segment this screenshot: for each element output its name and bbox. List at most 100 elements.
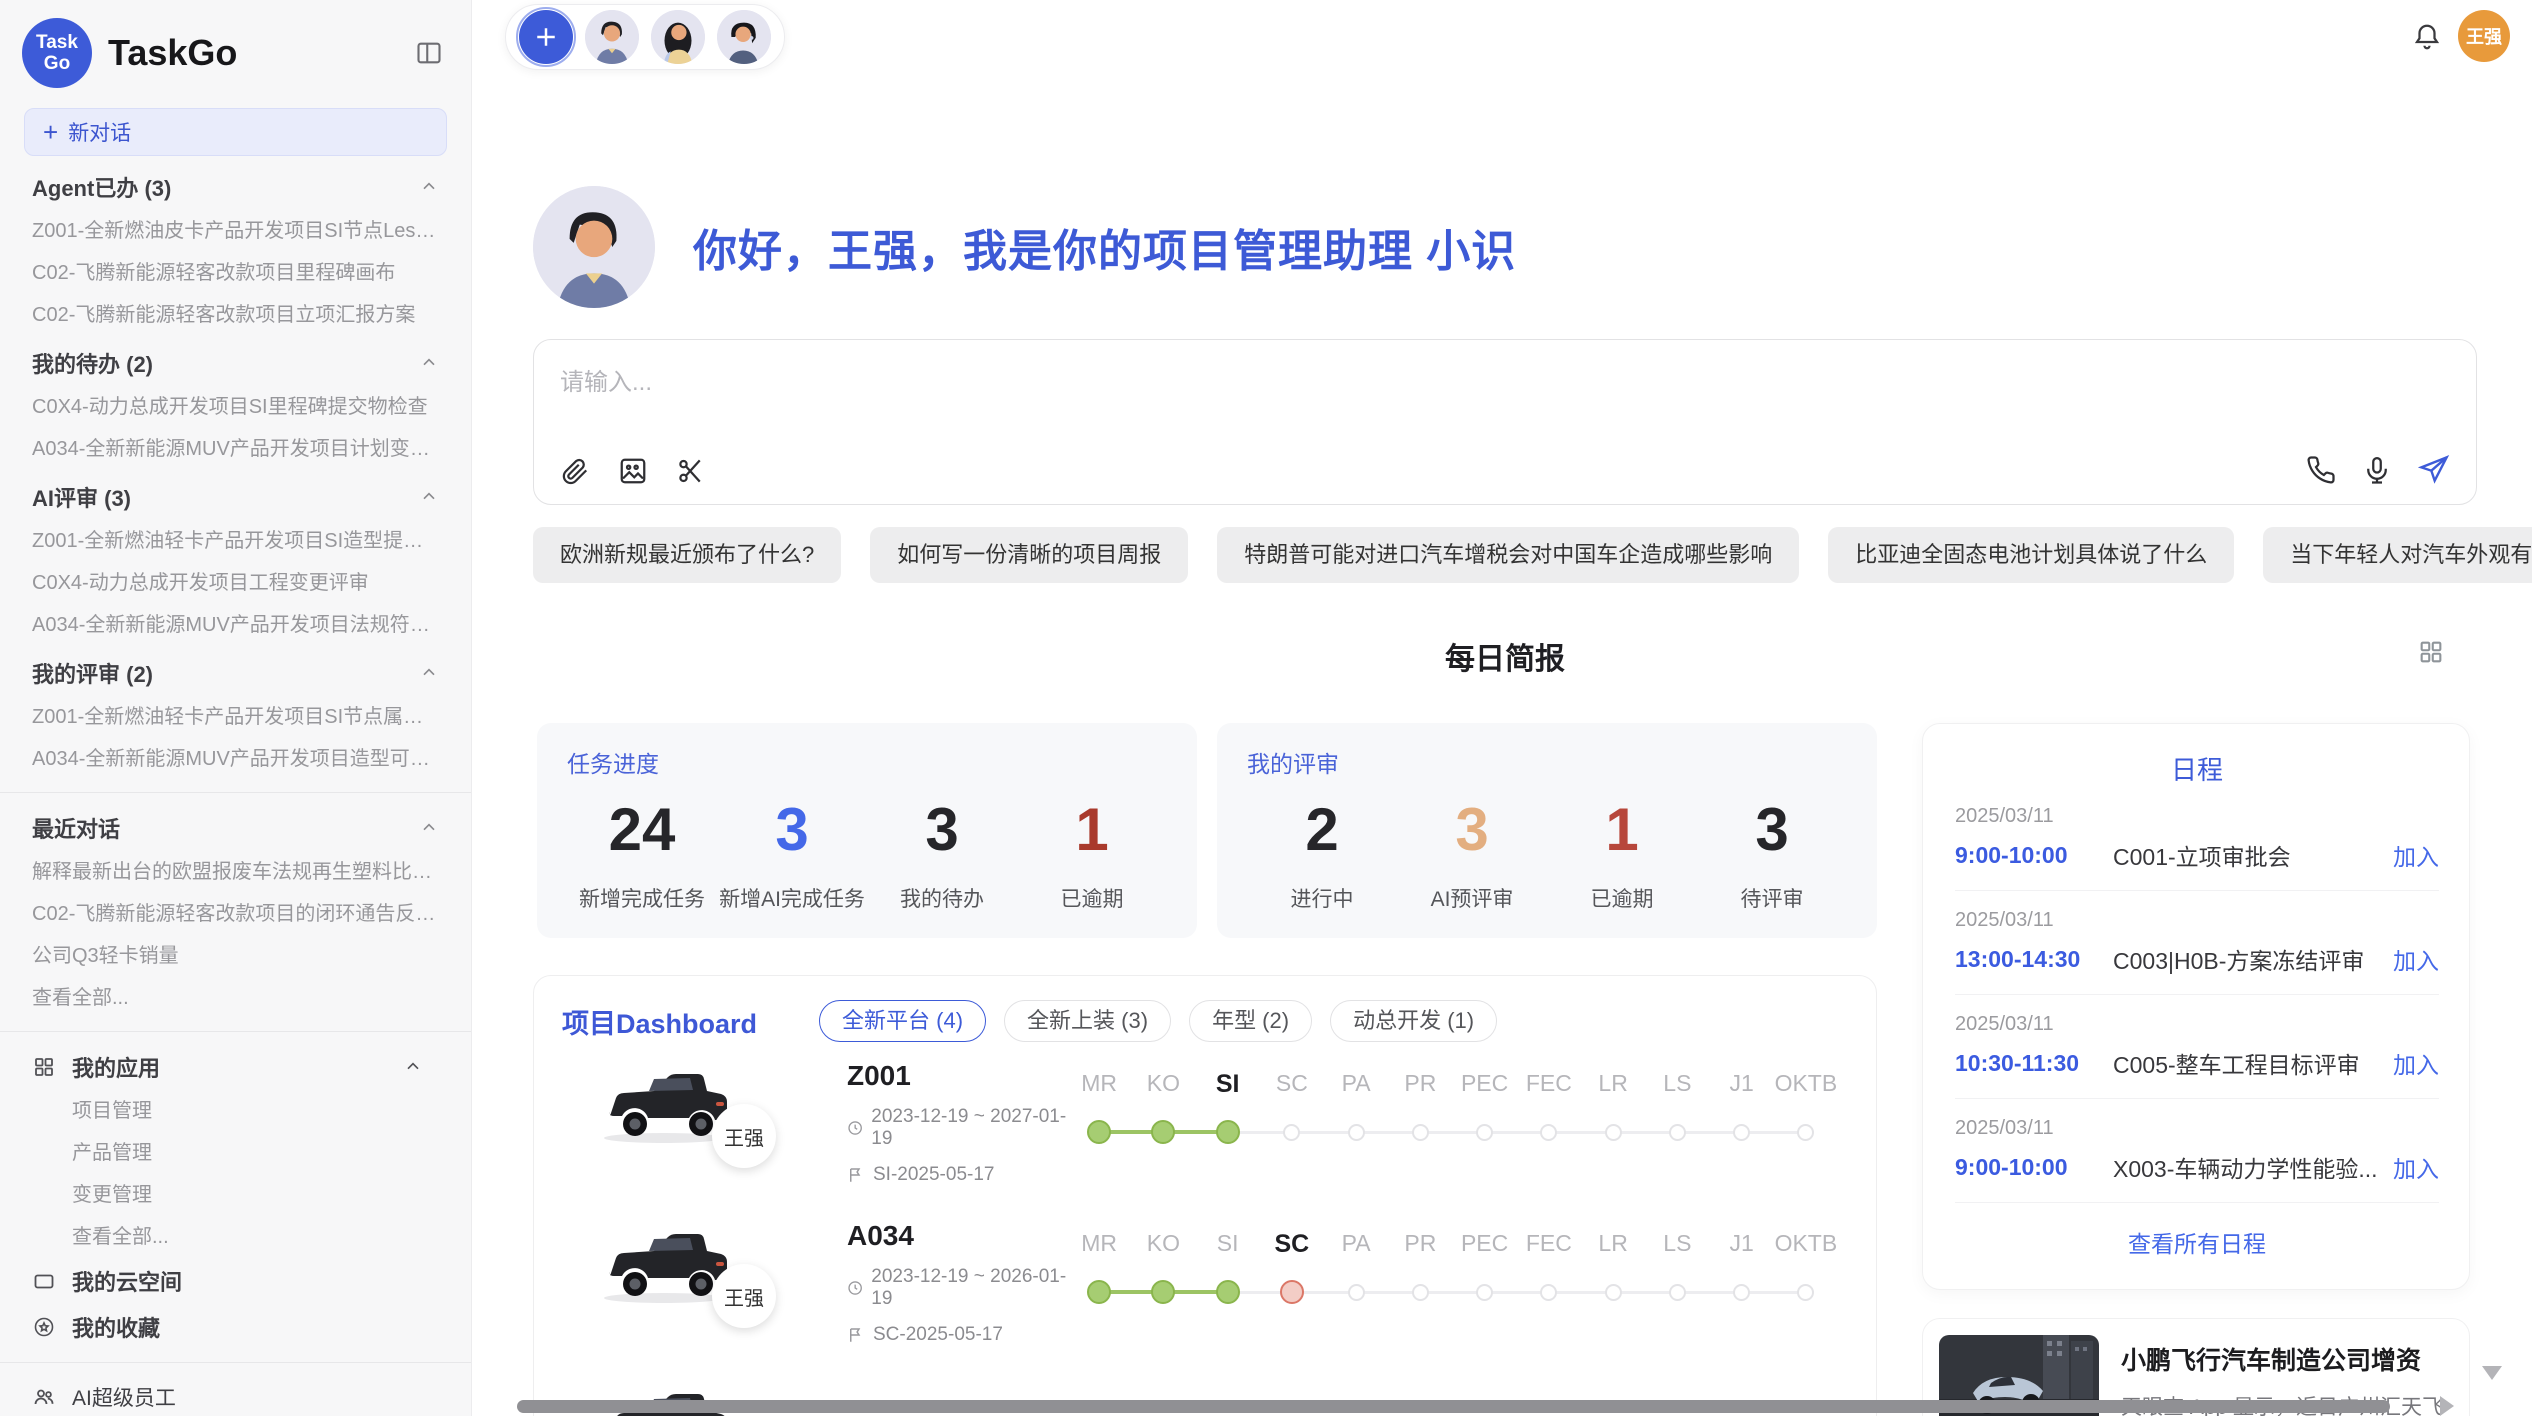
milestone-dot	[1797, 1284, 1814, 1301]
join-button[interactable]: 加入	[2393, 838, 2439, 872]
sidebar-item-cloud-space[interactable]: 我的云空间	[32, 1258, 439, 1304]
join-button[interactable]: 加入	[2393, 942, 2439, 976]
layout-grid-icon[interactable]	[2417, 638, 2445, 666]
scroll-down-arrow[interactable]	[2482, 1366, 2502, 1380]
milestone-dot	[1605, 1284, 1622, 1301]
sidebar-item[interactable]: Z001-全新燃油轻卡产品开发项目SI造型提交物评审	[32, 520, 439, 562]
suggestion-chip[interactable]: 欧洲新规最近颁布了什么?	[533, 527, 841, 583]
project-owner-badge: 王强	[712, 1104, 776, 1168]
sidebar-item[interactable]: C0X4-动力总成开发项目工程变更评审	[32, 562, 439, 604]
sidebar-item-favorites[interactable]: 我的收藏	[32, 1304, 439, 1350]
view-all-apps[interactable]: 查看全部...	[32, 1216, 439, 1258]
milestone-dot	[1412, 1124, 1429, 1141]
app-link-change-mgmt[interactable]: 变更管理	[32, 1174, 439, 1216]
collapse-sidebar-icon[interactable]	[415, 39, 443, 67]
dashboard-title: 项目Dashboard	[562, 1002, 757, 1041]
suggestion-chip[interactable]: 比亚迪全固态电池计划具体说了什么	[1828, 527, 2234, 583]
plus-icon	[531, 22, 561, 52]
join-button[interactable]: 加入	[2393, 1150, 2439, 1184]
horizontal-scrollbar-thumb[interactable]	[517, 1400, 2390, 1413]
clock-icon	[847, 1279, 863, 1297]
notification-bell-icon[interactable]	[2412, 22, 2442, 52]
recent-chat-item[interactable]: 解释最新出台的欧盟报废车法规再生塑料比例被调至15%...	[32, 851, 439, 893]
new-chat-button[interactable]: + 新对话	[24, 108, 447, 156]
milestone-dot	[1733, 1284, 1750, 1301]
cloud-space-icon	[32, 1269, 56, 1293]
group-header-my-todo[interactable]: 我的待办 (2)	[32, 340, 439, 386]
join-button[interactable]: 加入	[2393, 1046, 2439, 1080]
project-row[interactable]: 王强 Z001 2023-12-19 ~ 2027-01-19 SI-2025-…	[562, 1052, 1848, 1202]
event-date: 2025/03/11	[1955, 805, 2439, 828]
logo-text-top: Task	[36, 32, 78, 53]
team-avatar-bar	[505, 4, 785, 70]
tab-new-platform[interactable]: 全新平台 (4)	[819, 1000, 986, 1042]
milestone-dot	[1087, 1280, 1111, 1304]
sidebar-item[interactable]: C0X4-动力总成开发项目SI里程碑提交物检查	[32, 386, 439, 428]
chevron-up-icon	[419, 487, 439, 507]
group-header-recent-chats[interactable]: 最近对话	[32, 805, 439, 851]
app-link-product-mgmt[interactable]: 产品管理	[32, 1132, 439, 1174]
image-upload-icon[interactable]	[618, 456, 648, 486]
chevron-up-icon	[403, 1057, 423, 1077]
sidebar-item[interactable]: C02-飞腾新能源轻客改款项目立项汇报方案	[32, 294, 439, 336]
project-code: Z001	[847, 1060, 1067, 1092]
teammate-avatar[interactable]	[585, 10, 639, 64]
scroll-right-arrow[interactable]	[2440, 1396, 2454, 1416]
stat: 1 已逾期	[1547, 787, 1697, 913]
tab-powertrain[interactable]: 动总开发 (1)	[1330, 1000, 1497, 1042]
view-all-chats[interactable]: 查看全部...	[32, 977, 439, 1019]
new-chat-label: 新对话	[68, 117, 131, 147]
sidebar-item[interactable]: Z001-全新燃油轻卡产品开发项目SI节点属性5D文件评审	[32, 696, 439, 738]
tab-new-body[interactable]: 全新上装 (3)	[1004, 1000, 1171, 1042]
teammate-avatar[interactable]	[651, 10, 705, 64]
group-header-agent-done[interactable]: Agent已办 (3)	[32, 164, 439, 210]
sidebar-item-ai-super-staff[interactable]: AI超级员工	[32, 1375, 439, 1416]
microphone-icon[interactable]	[2362, 455, 2392, 485]
user-avatar[interactable]: 王强	[2458, 10, 2510, 62]
schedule-event: 2025/03/11 9:00-10:00 X003-车辆动力学性能验... 加…	[1955, 1117, 2439, 1203]
divider	[1955, 890, 2439, 891]
send-icon[interactable]	[2418, 454, 2450, 486]
sidebar-item[interactable]: A034-全新新能源MUV产品开发项目造型可行性评审	[32, 738, 439, 780]
apps-grid-icon	[32, 1055, 56, 1079]
teammate-avatar[interactable]	[717, 10, 771, 64]
stat: 1 已逾期	[1017, 787, 1167, 913]
sidebar-item[interactable]: Z001-全新燃油皮卡产品开发项目SI节点Lesson Learn报告	[32, 210, 439, 252]
project-code: A034	[847, 1220, 1067, 1252]
milestone-dot	[1540, 1124, 1557, 1141]
schedule-card: 日程 2025/03/11 9:00-10:00 C001-立项审批会 加入 2…	[1922, 723, 2470, 1290]
recent-chat-item[interactable]: C02-飞腾新能源轻客改款项目的闭环通告反馈情况	[32, 893, 439, 935]
card-title: 任务进度	[567, 745, 1167, 779]
group-header-my-review[interactable]: 我的评审 (2)	[32, 650, 439, 696]
suggestion-chip[interactable]: 如何写一份清晰的项目周报	[870, 527, 1188, 583]
suggestion-chip[interactable]: 当下年轻人对汽车外观有怎样的喜好趋势	[2263, 527, 2532, 583]
event-time: 9:00-10:00	[1955, 842, 2113, 869]
app-link-project-mgmt[interactable]: 项目管理	[32, 1090, 439, 1132]
milestone-dot	[1669, 1124, 1686, 1141]
project-dashboard-card: 项目Dashboard 全新平台 (4) 全新上装 (3) 年型 (2) 动总开…	[533, 975, 1877, 1416]
sidebar-item[interactable]: A034-全新新能源MUV产品开发项目计划变更表编写	[32, 428, 439, 470]
composer-right-icons	[2306, 454, 2450, 486]
view-all-schedule-link[interactable]: 查看所有日程	[1955, 1225, 2439, 1259]
scissors-icon[interactable]	[676, 456, 706, 486]
event-name: C001-立项审批会	[2113, 838, 2381, 872]
suggestion-chip[interactable]: 特朗普可能对进口汽车增税会对中国车企造成哪些影响	[1217, 527, 1799, 583]
sidebar-item-my-apps[interactable]: 我的应用	[32, 1044, 439, 1090]
phone-icon[interactable]	[2306, 455, 2336, 485]
attachment-icon[interactable]	[560, 456, 590, 486]
sidebar-header: Task Go TaskGo	[0, 14, 471, 98]
project-row[interactable]: 王强 A034 2023-12-19 ~ 2026-01-19 SC-2025-…	[562, 1212, 1848, 1362]
dashboard-tabs: 全新平台 (4) 全新上装 (3) 年型 (2) 动总开发 (1)	[819, 1000, 1497, 1042]
schedule-event: 2025/03/11 9:00-10:00 C001-立项审批会 加入	[1955, 805, 2439, 891]
add-member-button[interactable]	[519, 10, 573, 64]
event-name: X003-车辆动力学性能验...	[2113, 1150, 2381, 1184]
greeting-block: 你好，王强，我是你的项目管理助理 小识	[533, 186, 1516, 308]
tab-year-model[interactable]: 年型 (2)	[1189, 1000, 1312, 1042]
chat-composer[interactable]: 请输入...	[533, 339, 2477, 505]
group-header-ai-review[interactable]: AI评审 (3)	[32, 474, 439, 520]
logo-text-bottom: Go	[44, 53, 70, 74]
sidebar-item[interactable]: A034-全新新能源MUV产品开发项目法规符合性评审	[32, 604, 439, 646]
project-flag-milestone: SC-2025-05-17	[847, 1324, 1067, 1346]
sidebar-item[interactable]: C02-飞腾新能源轻客改款项目里程碑画布	[32, 252, 439, 294]
recent-chat-item[interactable]: 公司Q3轻卡销量	[32, 935, 439, 977]
